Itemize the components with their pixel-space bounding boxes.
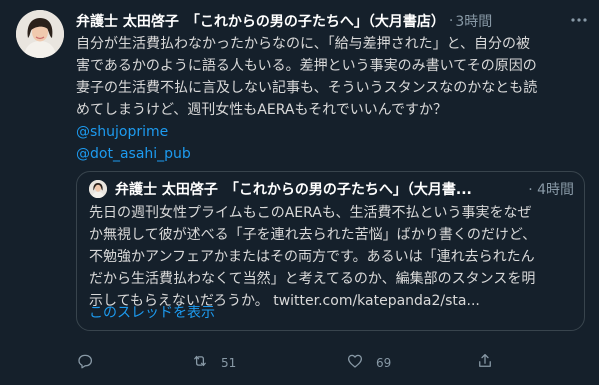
quoted-tweet-header: 弁護士 太田啓子 「これからの男の子たちへ」（大月書... · 4時間 xyxy=(89,179,574,199)
author-handle: · xyxy=(448,13,454,29)
quoted-body-line: 不勉強かアンフェアかまたはその両方です。あるいは「連れ去られたん xyxy=(89,249,535,265)
quoted-timestamp[interactable]: · 4時間 xyxy=(522,179,574,199)
author-name[interactable]: 弁護士 太田啓子 「これからの男の子たちへ」（大月書店） xyxy=(76,11,445,31)
like-count: 69 xyxy=(376,355,392,370)
tweet-actions: 51 69 xyxy=(76,352,585,372)
quoted-avatar xyxy=(89,180,107,198)
mention-link-dot-asahi-pub[interactable]: @dot_asahi_pub xyxy=(76,143,584,165)
share-icon xyxy=(476,352,494,373)
quoted-tweet[interactable]: 弁護士 太田啓子 「これからの男の子たちへ」（大月書... · 4時間 先日の週… xyxy=(76,171,585,331)
tweet-body-line: 自分が生活費払わなかったからなのに、「給与差押された」と、自分の被 xyxy=(76,36,531,52)
avatar[interactable] xyxy=(16,10,64,58)
retweet-icon xyxy=(191,352,209,373)
tweet-timestamp[interactable]: 3時間 xyxy=(455,11,492,31)
quoted-body-line: 先日の週刊女性プライムもこのAERAも、生活費不払という事実をなぜ xyxy=(89,205,532,221)
quoted-author-name: 弁護士 太田啓子 「これからの男の子たちへ」（大月書... xyxy=(115,182,472,198)
reply-icon xyxy=(76,352,94,373)
tweet[interactable]: 弁護士 太田啓子 「これからの男の子たちへ」（大月書店） · 3時間 自分が生活… xyxy=(0,0,599,385)
quoted-body-line: か無視して彼が述べる「子を連れ去られた苦悩」ばかり書くのだけど、 xyxy=(89,227,537,243)
reply-button[interactable] xyxy=(76,352,106,373)
tweet-body-line: めてしまうけど、週刊女性もAERAもそれでいいんですか？ xyxy=(76,102,448,118)
like-button[interactable]: 69 xyxy=(346,352,391,373)
mention-link-shujoprime[interactable]: @shujoprime xyxy=(76,121,584,143)
tweet-body-line: 害であるかのように語る人もいる。差押という事実のみ書いてその原因の xyxy=(76,58,537,74)
quoted-body-line: だから生活費払わなくて当然」と考えてるのか、編集部のスタンスを明 xyxy=(89,271,536,287)
tweet-header: 弁護士 太田啓子 「これからの男の子たちへ」（大月書店） · 3時間 xyxy=(76,10,559,32)
share-button[interactable] xyxy=(476,352,494,373)
like-icon xyxy=(346,352,364,373)
quoted-tweet-body: 先日の週刊女性プライムもこのAERAも、生活費不払という事実をなぜ か無視して彼… xyxy=(89,202,577,312)
more-icon[interactable] xyxy=(569,10,589,30)
retweet-count: 51 xyxy=(221,355,237,370)
tweet-body: 自分が生活費払わなかったからなのに、「給与差押された」と、自分の被 害であるかの… xyxy=(76,33,584,165)
tweet-body-line: 妻子の生活費不払に言及しない記事も、そういうスタンスなのかなとも読 xyxy=(76,80,538,96)
retweet-button[interactable]: 51 xyxy=(191,352,236,373)
show-thread-link[interactable]: このスレッドを表示 xyxy=(89,302,215,322)
